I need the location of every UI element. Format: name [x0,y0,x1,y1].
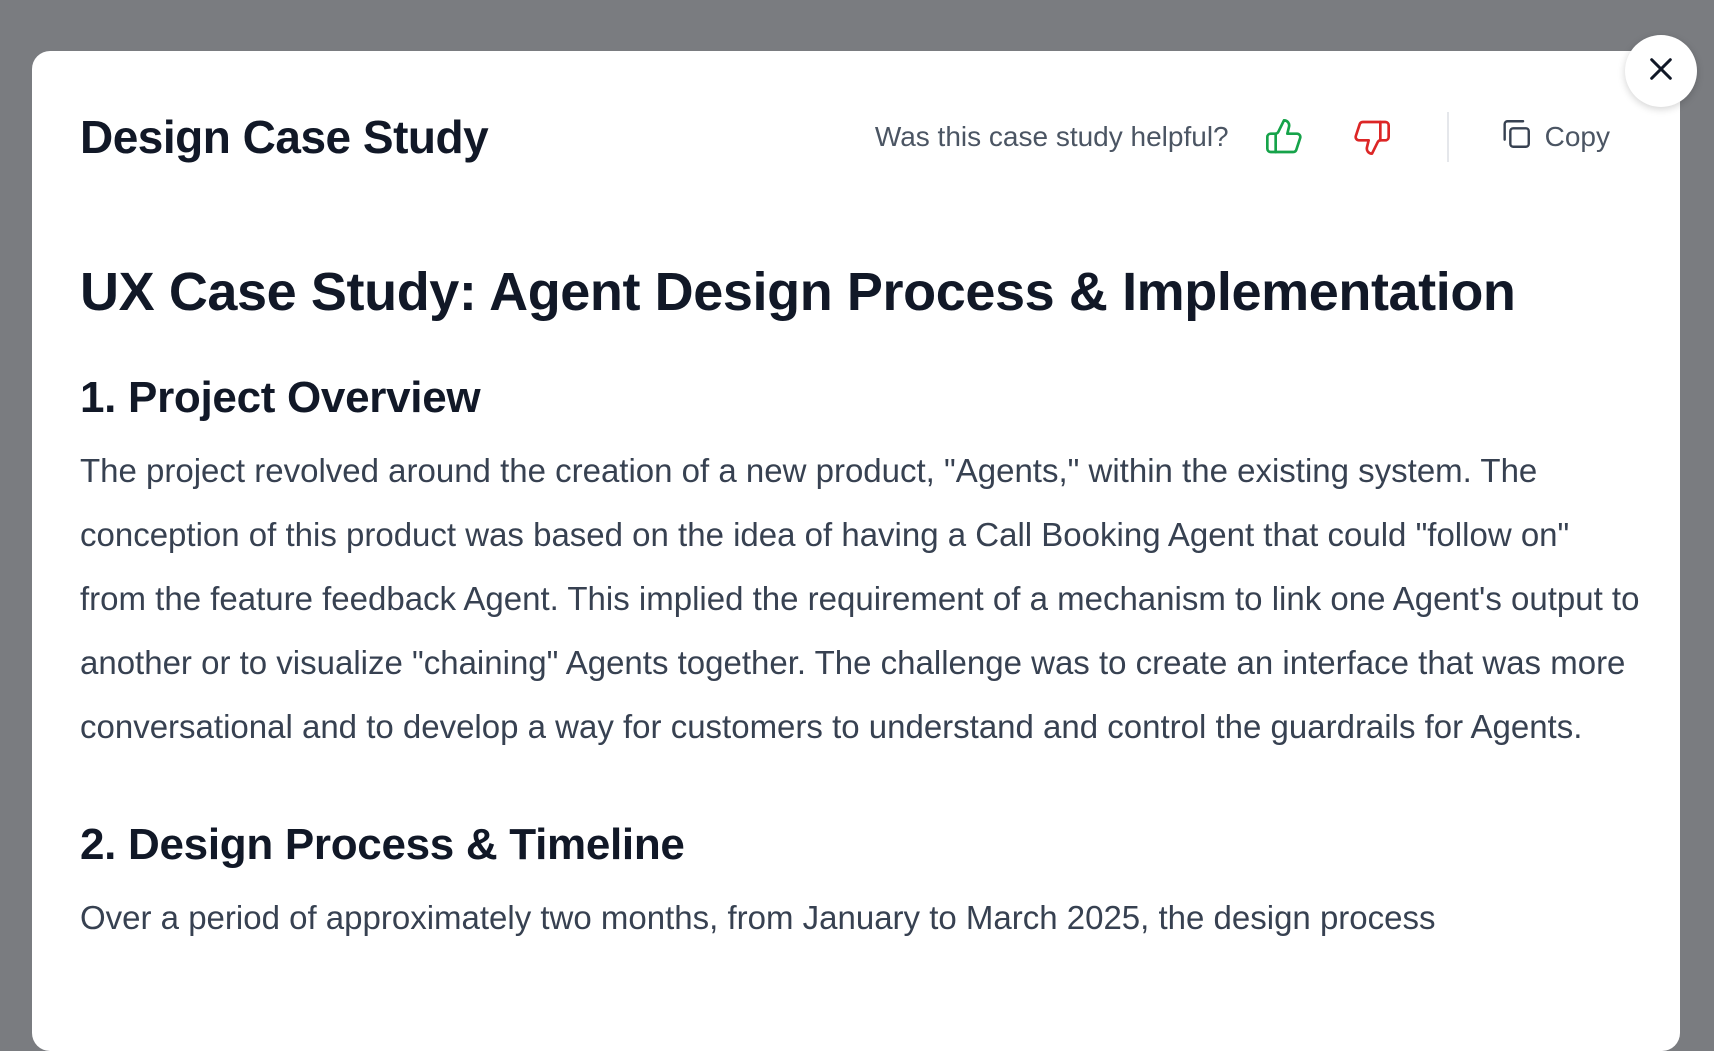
thumbs-up-button[interactable] [1259,112,1309,162]
actions-divider [1446,112,1449,162]
copy-button[interactable]: Copy [1499,117,1632,158]
feedback-prompt: Was this case study helpful? [874,121,1229,152]
section-heading-design-process: 2. Design Process & Timeline [80,820,685,869]
section-body-project-overview: The project revolved around the creation… [80,452,1640,745]
copy-icon [1499,117,1533,158]
copy-label: Copy [1544,121,1610,152]
section-heading-project-overview: 1. Project Overview [80,373,481,422]
thumbs-up-icon [1264,116,1304,158]
modal-actions: Was this case study helpful? Copy [875,112,1632,162]
section-body-design-process: Over a period of approximately two month… [80,899,1436,936]
close-icon [1645,53,1677,90]
case-study-modal: Design Case Study Was this case study he… [32,51,1680,1051]
modal-title: Design Case Study [80,111,489,163]
modal-header: Design Case Study Was this case study he… [80,101,1632,173]
thumbs-down-button[interactable] [1347,112,1397,162]
case-study-content: UX Case Study: Agent Design Process & Im… [80,247,1640,950]
thumbs-down-icon [1352,116,1392,158]
close-button[interactable] [1625,35,1697,107]
document-title: UX Case Study: Agent Design Process & Im… [80,262,1516,322]
